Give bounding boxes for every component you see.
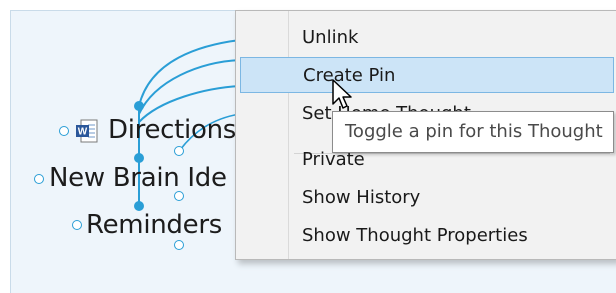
thought-gate[interactable] [72, 220, 82, 230]
thought-gate[interactable] [174, 146, 184, 156]
tooltip: Toggle a pin for this Thought [332, 111, 614, 153]
mouse-cursor-icon [332, 79, 352, 109]
thought-gate[interactable] [34, 174, 44, 184]
thought-gate[interactable] [59, 126, 69, 136]
thought-gate[interactable] [134, 153, 144, 163]
menu-item-show-thought-properties[interactable]: Show Thought Properties [236, 218, 616, 254]
menu-item-label: Show History [302, 187, 421, 208]
tooltip-text: Toggle a pin for this Thought [345, 121, 603, 142]
thought-directions[interactable]: Directions [108, 115, 236, 145]
thought-gate[interactable] [134, 101, 144, 111]
menu-item-show-history[interactable]: Show History [236, 180, 616, 216]
menu-item-unlink[interactable]: Unlink [236, 20, 616, 56]
thought-new-brain-idea[interactable]: New Brain Ide [49, 163, 227, 193]
menu-item-label: Show Thought Properties [302, 225, 528, 246]
thought-reminders[interactable]: Reminders [86, 210, 222, 240]
menu-item-create-pin[interactable]: Create Pin [240, 57, 614, 93]
svg-text:W: W [78, 127, 88, 138]
thought-gate[interactable] [174, 240, 184, 250]
word-document-icon[interactable]: W [75, 119, 99, 143]
menu-item-label: Unlink [302, 27, 359, 48]
